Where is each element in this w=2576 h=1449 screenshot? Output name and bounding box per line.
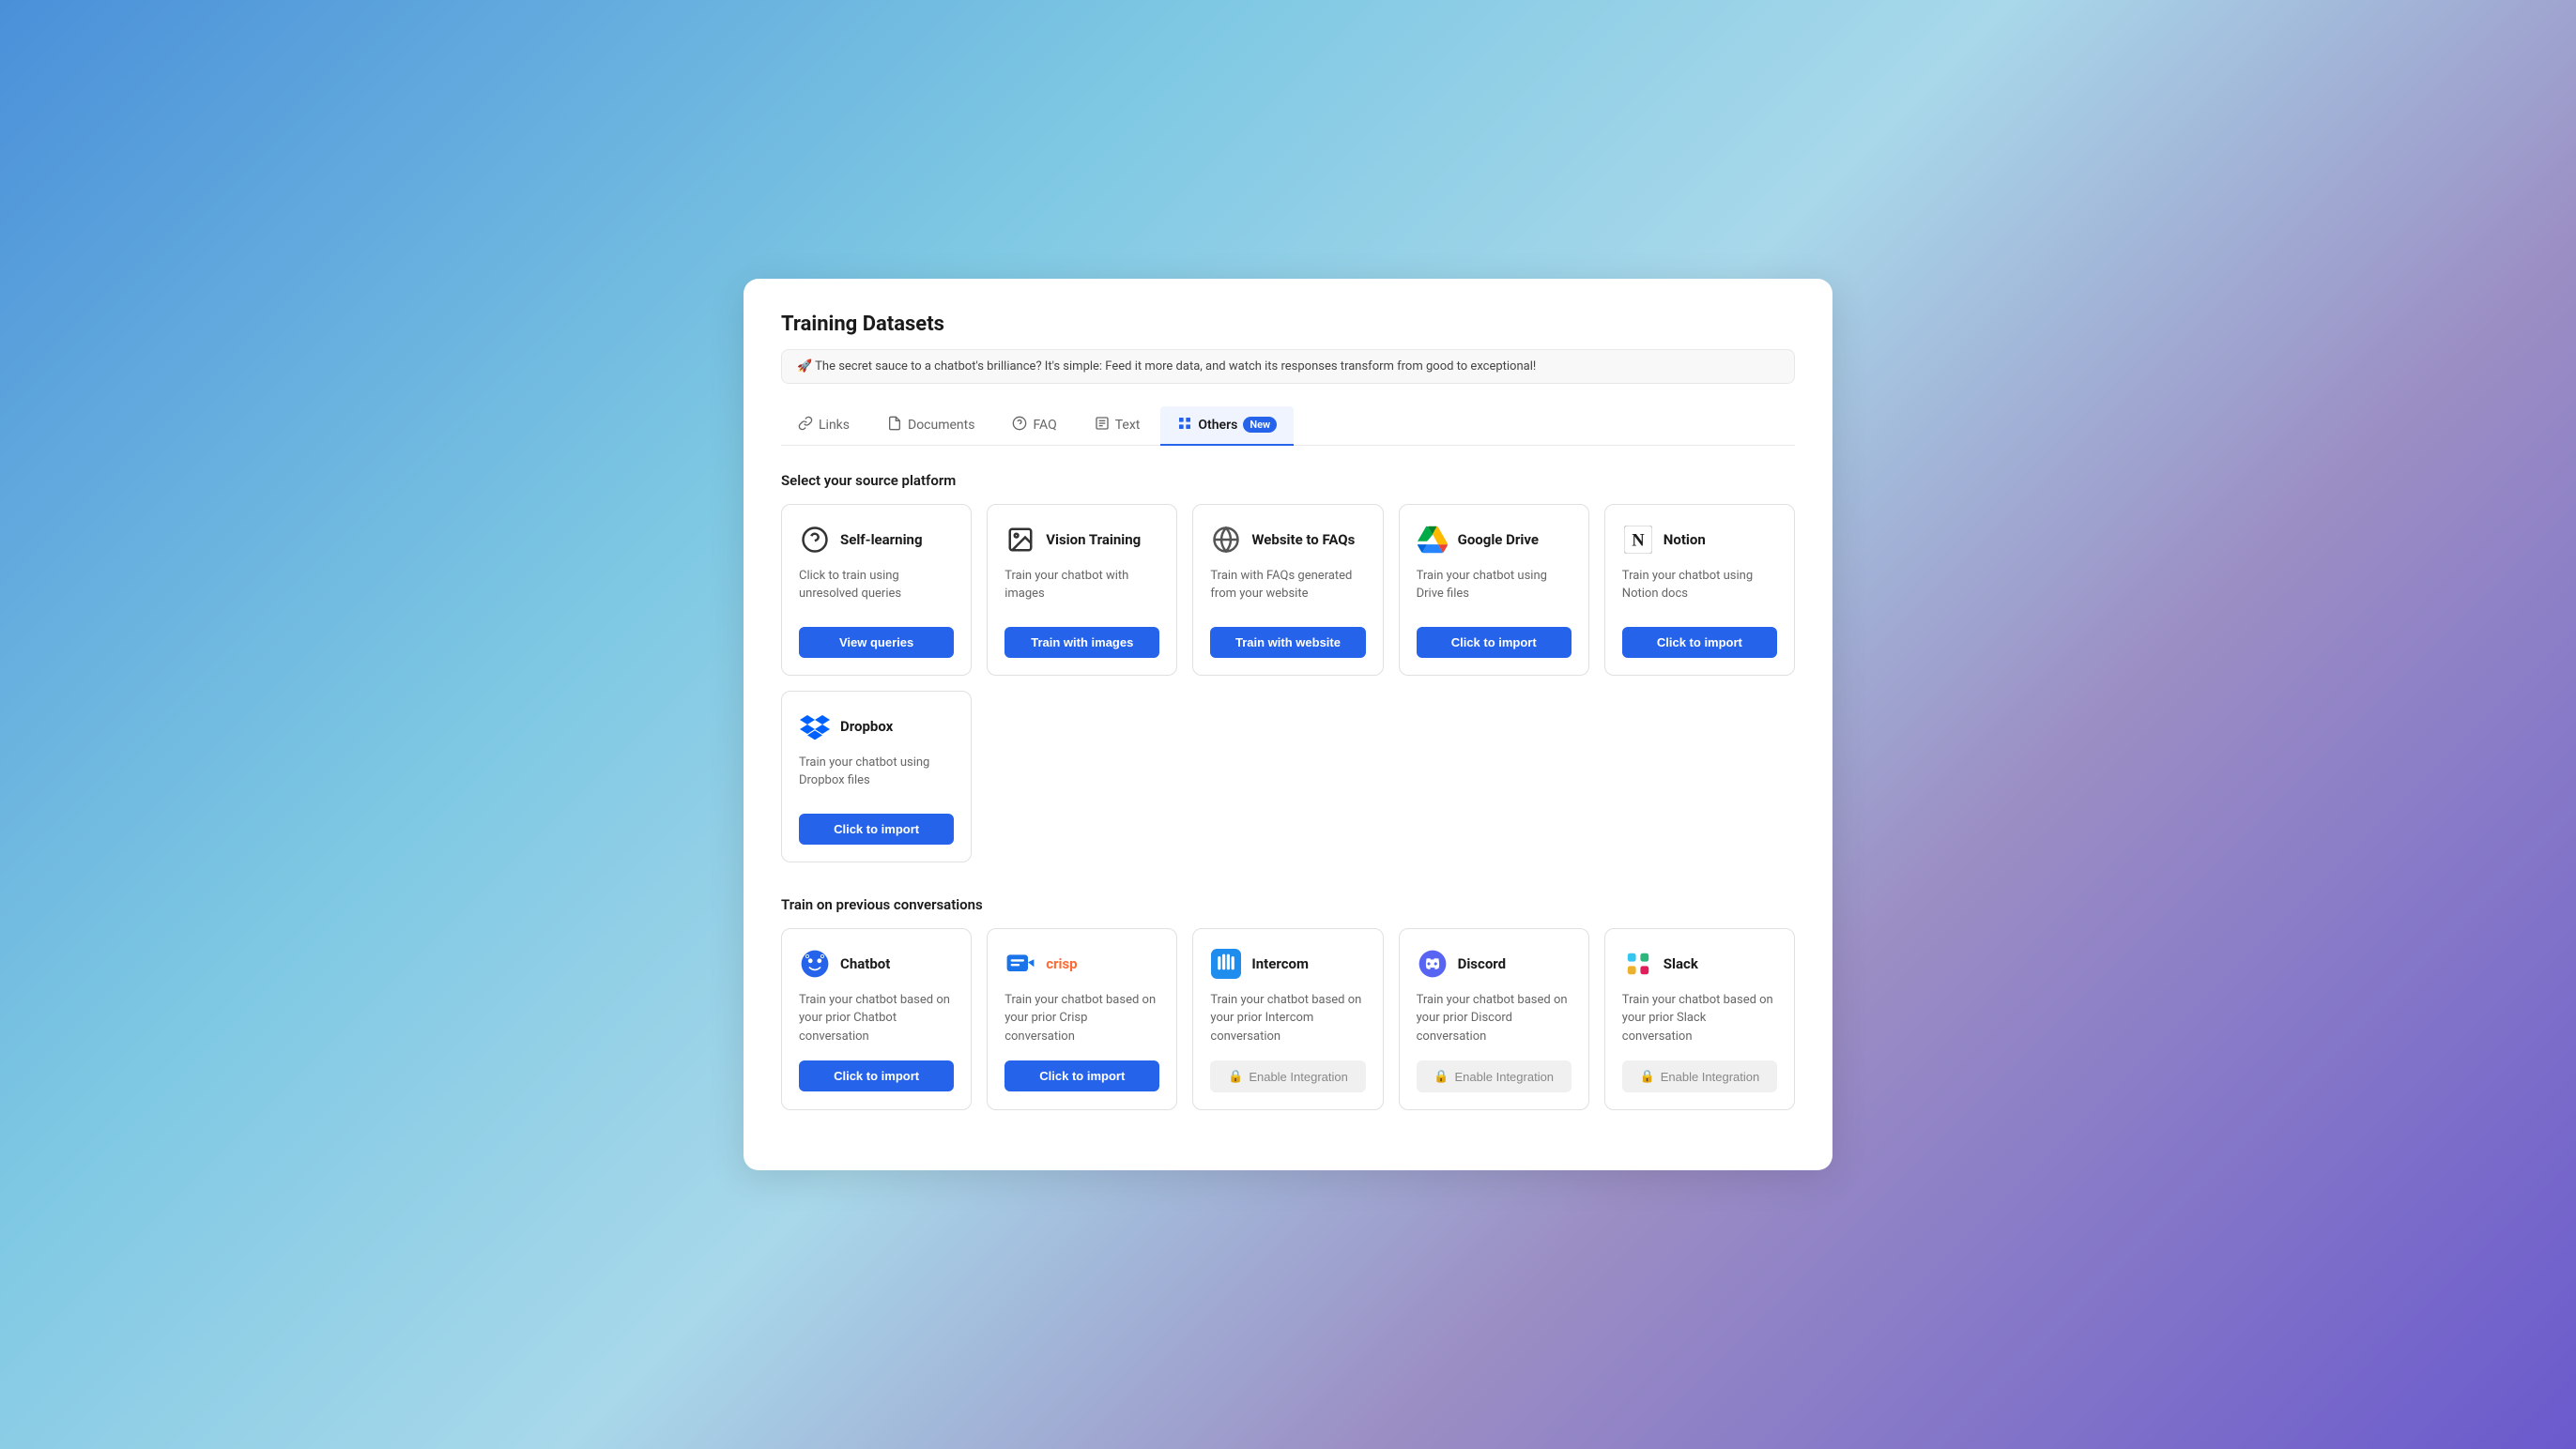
doc-icon	[887, 416, 902, 435]
source-platform-grid: Self-learning Click to train using unres…	[781, 504, 1795, 676]
source-platform-grid-row2: Dropbox Train your chatbot using Dropbox…	[781, 691, 1795, 862]
google-drive-title: Google Drive	[1458, 531, 1539, 548]
vision-training-desc: Train your chatbot with images	[1004, 567, 1159, 612]
conversations-title: Train on previous conversations	[781, 896, 1795, 913]
intercom-title: Intercom	[1251, 955, 1309, 972]
self-learning-icon	[799, 524, 831, 556]
lock-icon-slack: 🔒	[1640, 1069, 1655, 1084]
website-faqs-btn[interactable]: Train with website	[1210, 627, 1365, 658]
website-faqs-desc: Train with FAQs generated from your webs…	[1210, 567, 1365, 612]
others-badge: New	[1243, 417, 1277, 433]
dropbox-btn[interactable]: Click to import	[799, 814, 954, 845]
tab-others-label: Others	[1198, 418, 1237, 433]
tab-others[interactable]: Others New	[1160, 406, 1294, 446]
main-card: Training Datasets 🚀 The secret sauce to …	[744, 279, 1832, 1171]
info-text: 🚀 The secret sauce to a chatbot's brilli…	[797, 359, 1536, 374]
chatbot-desc: Train your chatbot based on your prior C…	[799, 991, 954, 1046]
discord-desc: Train your chatbot based on your prior D…	[1417, 991, 1572, 1046]
self-learning-desc: Click to train using unresolved queries	[799, 567, 954, 612]
self-learning-title: Self-learning	[840, 531, 923, 548]
chatbot-btn[interactable]: Click to import	[799, 1060, 954, 1091]
card-discord: Discord Train your chatbot based on your…	[1399, 928, 1589, 1111]
svg-text:N: N	[1632, 530, 1645, 550]
others-icon	[1177, 416, 1192, 435]
link-icon	[798, 416, 813, 435]
discord-title: Discord	[1458, 955, 1507, 972]
empty-2	[1192, 691, 1383, 862]
website-faqs-title: Website to FAQs	[1251, 531, 1355, 548]
tab-documents-label: Documents	[908, 418, 974, 433]
dropbox-title: Dropbox	[840, 718, 893, 735]
intercom-desc: Train your chatbot based on your prior I…	[1210, 991, 1365, 1046]
card-crisp: crisp Train your chatbot based on your p…	[987, 928, 1177, 1111]
conversations-grid: Chatbot Train your chatbot based on your…	[781, 928, 1795, 1111]
notion-icon: N	[1622, 524, 1654, 556]
page-title: Training Datasets	[781, 313, 1795, 336]
tab-documents[interactable]: Documents	[870, 406, 991, 446]
google-drive-btn[interactable]: Click to import	[1417, 627, 1572, 658]
notion-desc: Train your chatbot using Notion docs	[1622, 567, 1777, 612]
card-vision-training: Vision Training Train your chatbot with …	[987, 504, 1177, 676]
slack-btn[interactable]: 🔒 Enable Integration	[1622, 1060, 1777, 1092]
discord-btn[interactable]: 🔒 Enable Integration	[1417, 1060, 1572, 1092]
info-banner: 🚀 The secret sauce to a chatbot's brilli…	[781, 349, 1795, 384]
vision-training-title: Vision Training	[1046, 531, 1141, 548]
notion-title: Notion	[1664, 531, 1706, 548]
tab-links[interactable]: Links	[781, 406, 866, 446]
vision-training-icon	[1004, 524, 1036, 556]
google-drive-icon	[1417, 524, 1449, 556]
intercom-btn[interactable]: 🔒 Enable Integration	[1210, 1060, 1365, 1092]
dropbox-icon	[799, 710, 831, 742]
crisp-btn[interactable]: Click to import	[1004, 1060, 1159, 1091]
self-learning-btn[interactable]: View queries	[799, 627, 954, 658]
tabs-bar: Links Documents FAQ Text Others New	[781, 406, 1795, 446]
faq-icon	[1012, 416, 1027, 435]
tab-text-label: Text	[1115, 418, 1141, 433]
card-google-drive: Google Drive Train your chatbot using Dr…	[1399, 504, 1589, 676]
card-dropbox: Dropbox Train your chatbot using Dropbox…	[781, 691, 972, 862]
chatbot-icon	[799, 948, 831, 980]
vision-training-btn[interactable]: Train with images	[1004, 627, 1159, 658]
card-website-faqs: Website to FAQs Train with FAQs generate…	[1192, 504, 1383, 676]
lock-icon-discord: 🔒	[1434, 1069, 1449, 1084]
tab-faq[interactable]: FAQ	[995, 406, 1073, 446]
chatbot-title: Chatbot	[840, 955, 890, 972]
tab-text[interactable]: Text	[1078, 406, 1158, 446]
dropbox-desc: Train your chatbot using Dropbox files	[799, 754, 954, 799]
crisp-title: crisp	[1046, 955, 1077, 972]
card-intercom: Intercom Train your chatbot based on you…	[1192, 928, 1383, 1111]
crisp-desc: Train your chatbot based on your prior C…	[1004, 991, 1159, 1046]
slack-desc: Train your chatbot based on your prior S…	[1622, 991, 1777, 1046]
discord-icon	[1417, 948, 1449, 980]
empty-3	[1399, 691, 1589, 862]
google-drive-desc: Train your chatbot using Drive files	[1417, 567, 1572, 612]
card-chatbot: Chatbot Train your chatbot based on your…	[781, 928, 972, 1111]
card-slack: Slack Train your chatbot based on your p…	[1604, 928, 1795, 1111]
slack-title: Slack	[1664, 955, 1698, 972]
tab-faq-label: FAQ	[1033, 418, 1056, 433]
tab-links-label: Links	[819, 418, 850, 433]
notion-btn[interactable]: Click to import	[1622, 627, 1777, 658]
lock-icon-intercom: 🔒	[1228, 1069, 1243, 1084]
empty-1	[987, 691, 1177, 862]
crisp-icon	[1004, 948, 1036, 980]
website-faqs-icon	[1210, 524, 1242, 556]
card-notion: N Notion Train your chatbot using Notion…	[1604, 504, 1795, 676]
text-icon	[1095, 416, 1110, 435]
empty-4	[1604, 691, 1795, 862]
source-platform-title: Select your source platform	[781, 472, 1795, 489]
slack-icon	[1622, 948, 1654, 980]
card-self-learning: Self-learning Click to train using unres…	[781, 504, 972, 676]
intercom-icon	[1210, 948, 1242, 980]
